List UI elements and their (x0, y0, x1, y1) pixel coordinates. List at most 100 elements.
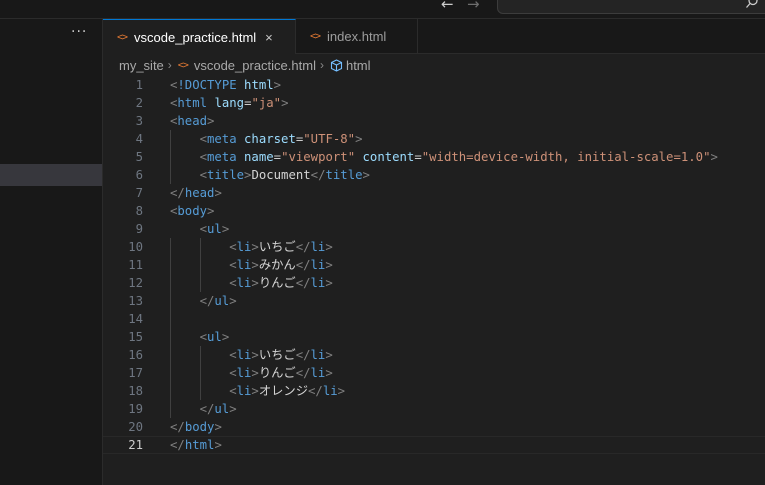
html-file-icon: <> (177, 59, 189, 71)
code-line[interactable]: 7 </head> (103, 184, 765, 202)
breadcrumb-file[interactable]: vscode_practice.html (194, 58, 316, 73)
code-token: < (199, 132, 207, 146)
code-line[interactable]: 14 (103, 310, 765, 328)
code-token: !DOCTYPE (177, 78, 237, 92)
code-line[interactable]: 9 <ul> (103, 220, 765, 238)
code-token: = (273, 150, 282, 164)
code-token: content (362, 150, 415, 164)
code-token: meta (207, 150, 237, 164)
code-text: <body> (170, 202, 214, 220)
command-center-search[interactable] (497, 0, 765, 14)
code-text: </ul> (200, 400, 237, 418)
line-number: 20 (128, 420, 143, 434)
code-line[interactable]: 20 </body> (103, 418, 765, 436)
code-line[interactable]: 12 <li>りんご</li> (103, 274, 765, 292)
code-token: li (322, 384, 338, 398)
code-token: > (229, 294, 237, 308)
code-token: < (229, 348, 237, 362)
line-number: 4 (135, 132, 143, 146)
code-token: "width=device-width, initial-scale=1.0" (421, 150, 711, 164)
code-line[interactable]: 13 </ul> (103, 292, 765, 310)
code-token: りんご (258, 366, 296, 380)
code-line[interactable]: 17 <li>りんご</li> (103, 364, 765, 382)
code-line[interactable]: 1 <!DOCTYPE html> (103, 76, 765, 94)
code-token: > (214, 420, 222, 434)
code-text: <li>みかん</li> (229, 256, 333, 274)
code-token: > (273, 78, 282, 92)
code-token: > (207, 114, 215, 128)
code-token: > (362, 168, 370, 182)
code-token: body (184, 420, 215, 434)
code-token: みかん (258, 258, 296, 272)
code-line[interactable]: 19 </ul> (103, 400, 765, 418)
breadcrumb-symbol[interactable]: html (346, 58, 371, 73)
code-token: りんご (258, 276, 296, 290)
line-number: 15 (128, 330, 143, 344)
chevron-right-icon: › (167, 58, 172, 72)
close-icon[interactable]: × (265, 30, 273, 45)
line-number: 2 (135, 96, 143, 110)
tab-vscode-practice[interactable]: <> vscode_practice.html × (103, 19, 296, 54)
code-line[interactable]: 4 <meta charset="UTF-8"> (103, 130, 765, 148)
code-token: > (325, 240, 333, 254)
code-line[interactable]: 2 <html lang="ja"> (103, 94, 765, 112)
code-token: title (207, 168, 245, 182)
code-text: <meta charset="UTF-8"> (200, 130, 363, 148)
code-token: < (199, 222, 207, 236)
code-token: < (229, 276, 237, 290)
code-token: < (199, 150, 207, 164)
code-line[interactable]: 8 <body> (103, 202, 765, 220)
code-token: li (236, 366, 252, 380)
breadcrumb-folder[interactable]: my_site (119, 58, 164, 73)
code-token: head (184, 186, 215, 200)
code-token: li (236, 384, 252, 398)
code-editor[interactable]: 1 <!DOCTYPE html> 2 <html lang="ja"> 3 <head>… (103, 76, 765, 485)
code-token: title (325, 168, 363, 182)
code-line[interactable]: 21 </html> (103, 436, 765, 454)
code-token: < (199, 330, 207, 344)
code-text: <li>いちご</li> (229, 238, 333, 256)
code-token: > (229, 402, 237, 416)
line-number: 13 (128, 294, 143, 308)
more-actions-icon[interactable]: ··· (71, 24, 87, 40)
tab-index[interactable]: <> index.html (296, 19, 418, 53)
code-line[interactable]: 11 <li>みかん</li> (103, 256, 765, 274)
code-token: </ (199, 294, 215, 308)
code-line[interactable]: 16 <li>いちご</li> (103, 346, 765, 364)
code-text: <meta name="viewport" content="width=dev… (200, 148, 718, 166)
line-number: 1 (135, 78, 143, 92)
code-token: lang (214, 96, 245, 110)
html-file-icon: <> (117, 31, 128, 43)
tab-label: vscode_practice.html (134, 29, 257, 45)
code-token: いちご (258, 240, 296, 254)
code-text: <!DOCTYPE html> (170, 76, 281, 94)
code-line[interactable]: 6 <title>Document</title> (103, 166, 765, 184)
code-token: オレンジ (258, 384, 309, 398)
code-token: meta (207, 132, 237, 146)
code-line[interactable]: 10 <li>いちご</li> (103, 238, 765, 256)
code-token: li (310, 348, 326, 362)
arrow-left-icon[interactable]: ← (441, 0, 454, 13)
code-token: </ (295, 348, 311, 362)
arrow-right-icon[interactable]: → (467, 0, 480, 13)
code-token: < (229, 366, 237, 380)
selected-sidebar-item[interactable] (0, 164, 102, 186)
code-line[interactable]: 15 <ul> (103, 328, 765, 346)
code-line[interactable]: 3 <head> (103, 112, 765, 130)
line-number: 9 (135, 222, 143, 236)
code-token: > (214, 186, 222, 200)
code-text: </ul> (200, 292, 237, 310)
code-text: </head> (170, 184, 222, 202)
code-line[interactable]: 5 <meta name="viewport" content="width=de… (103, 148, 765, 166)
code-token: </ (170, 420, 185, 434)
code-token: > (251, 348, 259, 362)
title-bar: ← → (0, 0, 765, 19)
code-token: > (355, 132, 363, 146)
code-line[interactable]: 18 <li>オレンジ</li> (103, 382, 765, 400)
code-token: ul (207, 222, 222, 236)
line-number: 14 (128, 312, 143, 326)
code-text: <ul> (200, 328, 230, 346)
code-token: Document (251, 168, 311, 182)
